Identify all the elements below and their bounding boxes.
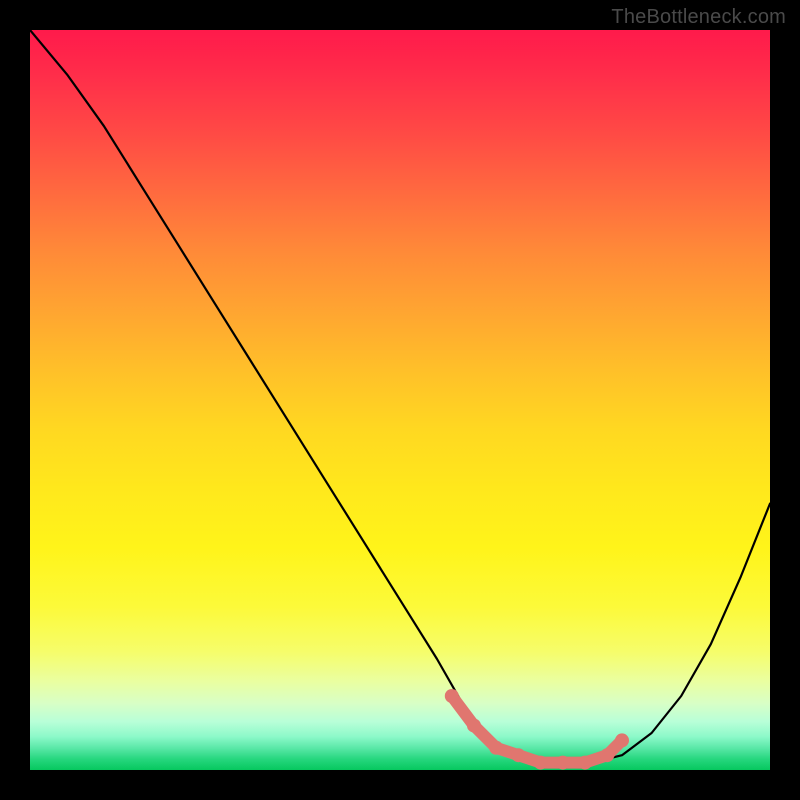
highlight-dot	[489, 741, 503, 755]
highlight-dot	[556, 756, 570, 770]
highlight-dot	[467, 719, 481, 733]
curve-svg	[30, 30, 770, 770]
highlight-dot	[578, 756, 592, 770]
highlight-dot	[445, 689, 459, 703]
chart-frame: TheBottleneck.com	[0, 0, 800, 800]
plot-area	[30, 30, 770, 770]
highlight-dot	[615, 733, 629, 747]
watermark: TheBottleneck.com	[611, 6, 786, 29]
highlight-dot	[511, 748, 525, 762]
bottleneck-curve	[30, 30, 770, 763]
highlight-dot	[600, 748, 614, 762]
highlight-dot	[534, 756, 548, 770]
optimal-range-dots	[445, 689, 629, 770]
